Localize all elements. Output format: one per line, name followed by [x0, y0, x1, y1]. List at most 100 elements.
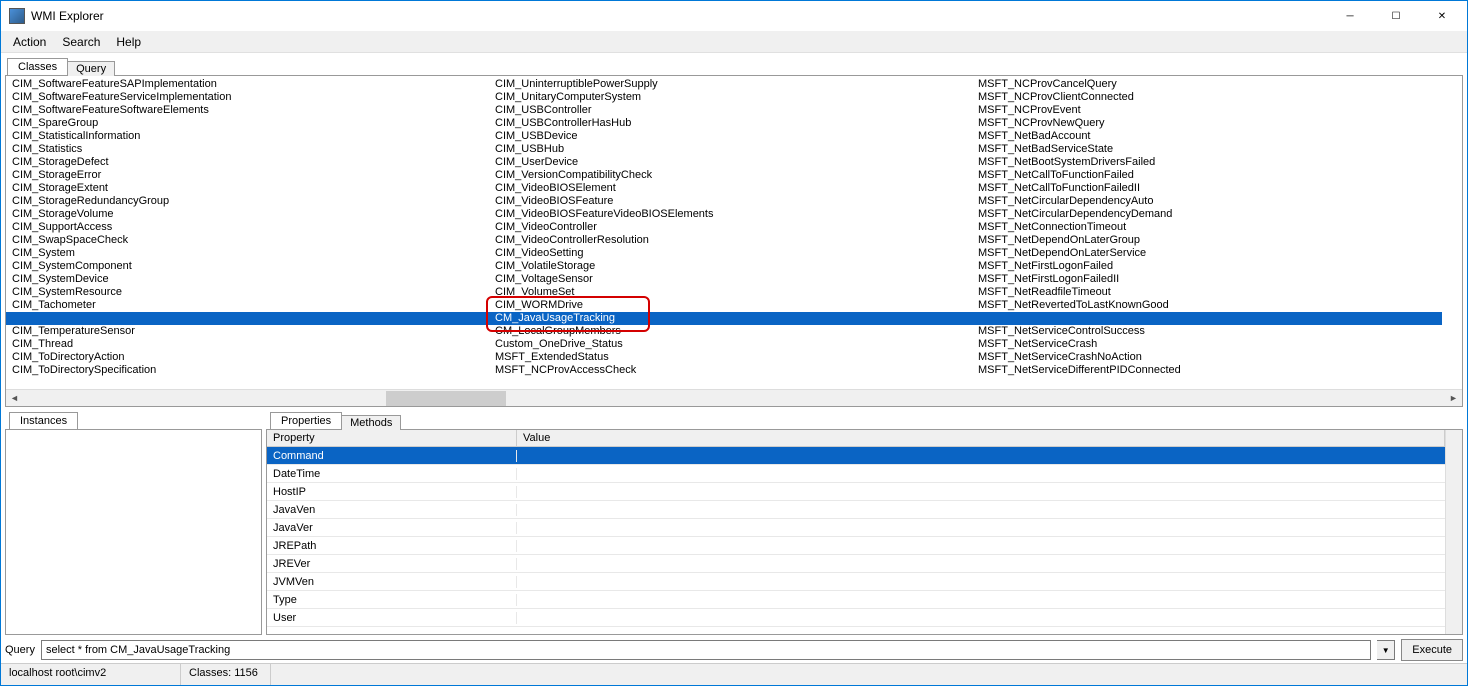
class-item[interactable]: MSFT_NetServiceCrash	[978, 338, 1461, 351]
class-item[interactable]: MSFT_NetCallToFunctionFailed	[978, 169, 1461, 182]
property-row[interactable]: JVMVen	[267, 573, 1445, 591]
tab-query[interactable]: Query	[67, 61, 115, 76]
class-item[interactable]: MSFT_NetDependOnLaterGroup	[978, 234, 1461, 247]
class-item[interactable]: Custom_OneDrive_Status	[495, 338, 978, 351]
class-item[interactable]: MSFT_NetServiceControlSuccess	[978, 325, 1461, 338]
class-item[interactable]: MSFT_NetReadfileTimeout	[978, 286, 1461, 299]
class-item[interactable]: MSFT_NetCircularDependencyDemand	[978, 208, 1461, 221]
class-item[interactable]: CIM_USBControllerHasHub	[495, 117, 978, 130]
class-item[interactable]: CIM_VolumeSet	[495, 286, 978, 299]
property-row[interactable]: Command	[267, 447, 1445, 465]
class-item[interactable]: CIM_VoltageSensor	[495, 273, 978, 286]
scroll-left-icon[interactable]: ◄	[6, 390, 23, 407]
class-item[interactable]: MSFT_NetServiceDifferentPIDConnected	[978, 364, 1461, 377]
class-item[interactable]: MSFT_NetFirstLogonFailedII	[978, 273, 1461, 286]
class-item[interactable]: CIM_Thread	[12, 338, 495, 351]
class-item[interactable]: CIM_StorageError	[12, 169, 495, 182]
class-item[interactable]: CIM_VideoBIOSFeature	[495, 195, 978, 208]
class-item[interactable]: CIM_VideoBIOSElement	[495, 182, 978, 195]
class-item[interactable]: MSFT_NCProvClientConnected	[978, 91, 1461, 104]
property-row[interactable]: JavaVen	[267, 501, 1445, 519]
class-item[interactable]: CIM_VersionCompatibilityCheck	[495, 169, 978, 182]
class-item[interactable]: CIM_SoftwareFeatureServiceImplementation	[12, 91, 495, 104]
execute-button[interactable]: Execute	[1401, 639, 1463, 661]
properties-grid[interactable]: CommandDateTimeHostIPJavaVenJavaVerJREPa…	[267, 447, 1445, 631]
class-item[interactable]: MSFT_NCProvNewQuery	[978, 117, 1461, 130]
class-item[interactable]: MSFT_NetConnectionTimeout	[978, 221, 1461, 234]
class-item[interactable]: MSFT_NetRevertedToLastKnownGood	[978, 299, 1461, 312]
class-item[interactable]: CIM_VideoController	[495, 221, 978, 234]
class-item[interactable]: CIM_USBDevice	[495, 130, 978, 143]
tab-properties[interactable]: Properties	[270, 412, 342, 429]
maximize-button[interactable]: ☐	[1373, 1, 1419, 31]
property-row[interactable]: HostIP	[267, 483, 1445, 501]
class-item[interactable]: MSFT_NCProvEvent	[978, 104, 1461, 117]
class-item[interactable]: CM_LocalGroupMembers	[495, 325, 978, 338]
property-row[interactable]: DateTime	[267, 465, 1445, 483]
class-item[interactable]: CIM_StorageDefect	[12, 156, 495, 169]
query-dropdown-icon[interactable]: ▼	[1377, 640, 1395, 660]
minimize-button[interactable]: ─	[1327, 1, 1373, 31]
class-item[interactable]: CIM_VideoControllerResolution	[495, 234, 978, 247]
class-list[interactable]: CIM_SoftwareFeatureSAPImplementationCIM_…	[6, 76, 1462, 389]
query-input[interactable]	[41, 640, 1371, 660]
class-item[interactable]: MSFT_NetFirstLogonFailed	[978, 260, 1461, 273]
class-item[interactable]: CIM_System	[12, 247, 495, 260]
class-item[interactable]: CIM_SystemResource	[12, 286, 495, 299]
vertical-scrollbar[interactable]	[1445, 430, 1462, 634]
instances-panel[interactable]	[5, 429, 262, 635]
class-item[interactable]: CIM_UninterruptiblePowerSupply	[495, 78, 978, 91]
close-button[interactable]: ✕	[1419, 1, 1465, 31]
class-item[interactable]: MSFT_NetCallToFunctionFailedII	[978, 182, 1461, 195]
class-item[interactable]: CIM_SwapSpaceCheck	[12, 234, 495, 247]
class-item[interactable]: CIM_StorageVolume	[12, 208, 495, 221]
menu-action[interactable]: Action	[5, 32, 54, 52]
class-item[interactable]: CIM_VideoSetting	[495, 247, 978, 260]
class-item[interactable]: CIM_ToDirectorySpecification	[12, 364, 495, 377]
class-item[interactable]: CIM_SoftwareFeatureSAPImplementation	[12, 78, 495, 91]
class-item[interactable]: MSFT_NetDependOnLaterService	[978, 247, 1461, 260]
tab-classes[interactable]: Classes	[7, 58, 68, 75]
class-item[interactable]: CIM_Statistics	[12, 143, 495, 156]
class-item[interactable]: MSFT_NetServiceCrashNoAction	[978, 351, 1461, 364]
class-item[interactable]: CIM_StatisticalInformation	[12, 130, 495, 143]
menu-help[interactable]: Help	[108, 32, 149, 52]
class-item[interactable]: MSFT_NetBootSystemDriversFailed	[978, 156, 1461, 169]
property-row[interactable]: Type	[267, 591, 1445, 609]
property-row[interactable]: JavaVer	[267, 519, 1445, 537]
header-property[interactable]: Property	[267, 430, 517, 446]
property-row[interactable]: User	[267, 609, 1445, 627]
class-item[interactable]: CIM_TemperatureSensor	[12, 325, 495, 338]
class-item[interactable]: MSFT_NetBadServiceState	[978, 143, 1461, 156]
class-item[interactable]: CIM_Tachometer	[12, 299, 495, 312]
class-item[interactable]: CIM_VideoBIOSFeatureVideoBIOSElements	[495, 208, 978, 221]
class-item[interactable]: CM_JavaUsageTracking	[495, 312, 978, 325]
class-item[interactable]: CIM_StorageRedundancyGroup	[12, 195, 495, 208]
class-item[interactable]: MSFT_NCProvAccessCheck	[495, 364, 978, 377]
class-item[interactable]: CIM_SoftwareFeatureSoftwareElements	[12, 104, 495, 117]
tab-instances[interactable]: Instances	[9, 412, 78, 429]
class-item[interactable]: CIM_StorageExtent	[12, 182, 495, 195]
class-item[interactable]: CIM_SpareGroup	[12, 117, 495, 130]
class-item[interactable]: CIM_SupportAccess	[12, 221, 495, 234]
scroll-right-icon[interactable]: ►	[1445, 390, 1462, 407]
class-item[interactable]: MSFT_NetBadAccount	[978, 130, 1461, 143]
class-item[interactable]: CIM_SystemDevice	[12, 273, 495, 286]
class-item[interactable]: CIM_USBController	[495, 104, 978, 117]
class-item[interactable]: CIM_ToDirectoryAction	[12, 351, 495, 364]
class-item[interactable]: MSFT_NCProvCancelQuery	[978, 78, 1461, 91]
class-item[interactable]: MSFT_NetCircularDependencyAuto	[978, 195, 1461, 208]
class-item[interactable]: CIM_SystemComponent	[12, 260, 495, 273]
property-row[interactable]: JREVer	[267, 555, 1445, 573]
class-item[interactable]: CIM_UserDevice	[495, 156, 978, 169]
class-item[interactable]: CIM_USBHub	[495, 143, 978, 156]
menu-search[interactable]: Search	[54, 32, 108, 52]
class-item[interactable]: MSFT_ExtendedStatus	[495, 351, 978, 364]
tab-methods[interactable]: Methods	[341, 415, 401, 430]
horizontal-scrollbar[interactable]: ◄ ►	[6, 389, 1462, 406]
scroll-thumb[interactable]	[386, 391, 506, 406]
class-item[interactable]: CIM_VolatileStorage	[495, 260, 978, 273]
class-item[interactable]: CIM_WORMDrive	[495, 299, 978, 312]
property-row[interactable]: JREPath	[267, 537, 1445, 555]
header-value[interactable]: Value	[517, 430, 1445, 446]
